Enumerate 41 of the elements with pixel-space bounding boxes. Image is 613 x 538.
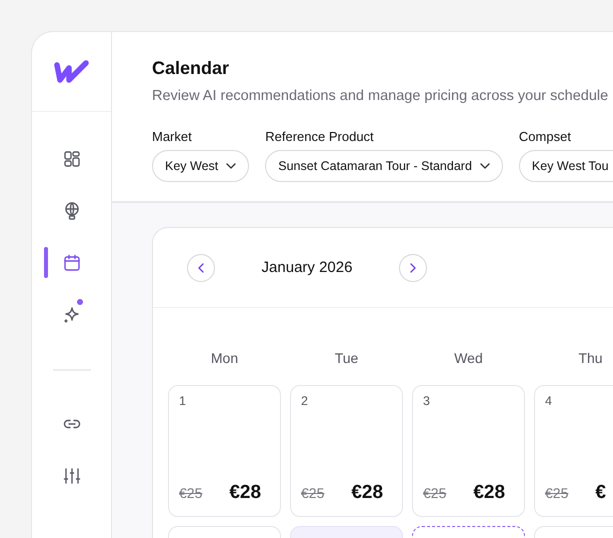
filter-dropdown[interactable]: Key West Tou [518,150,613,182]
logo-icon [54,60,90,84]
grid-icon [62,149,82,169]
sliders-icon [62,466,82,486]
weekday-label: Mon [210,350,240,366]
day-cell[interactable]: 2 €25 €28 [290,385,403,517]
day-cell[interactable]: 1 €25 €28 [168,385,281,517]
chevron-down-icon [226,163,236,169]
filter-label: Reference Product [265,129,375,145]
old-price: €25 [423,485,446,501]
new-price: €28 [351,482,384,504]
next-month-button[interactable] [399,254,427,282]
old-price: €25 [301,485,324,501]
new-price: € [595,482,606,504]
page-subtitle: Review AI recommendations and manage pricing across your schedule [152,87,610,106]
day-cell[interactable]: 4 €25 € [534,385,613,517]
calendar-icon [62,253,82,273]
weekday-label: Thu [577,350,604,366]
previous-month-button[interactable] [187,254,215,282]
active-indicator [44,247,48,278]
month-title: January 2026 [260,259,354,276]
day-number: 2 [301,394,309,408]
old-price: €25 [545,485,568,501]
day-number: 4 [545,394,553,408]
day-number: 1 [179,394,187,408]
new-price: €28 [473,482,506,504]
filter-dropdown[interactable]: Sunset Catamaran Tour - Standard [265,150,503,182]
filter-label: Compset [518,129,572,145]
sparkle-icon [62,305,82,325]
chevron-right-icon [410,262,416,272]
page-title: Calendar [152,57,230,80]
weekday-label: Tue [334,350,360,366]
filter-dropdown[interactable]: Key West [152,150,250,182]
chevron-down-icon [480,163,490,169]
new-price: €28 [229,482,262,504]
chevron-left-icon [198,262,204,272]
filter-label: Market [152,129,193,145]
old-price: €25 [179,485,202,501]
weekday-label: Wed [453,350,484,366]
day-cell[interactable]: 3 €25 €28 [412,385,525,517]
day-number: 3 [423,394,431,408]
